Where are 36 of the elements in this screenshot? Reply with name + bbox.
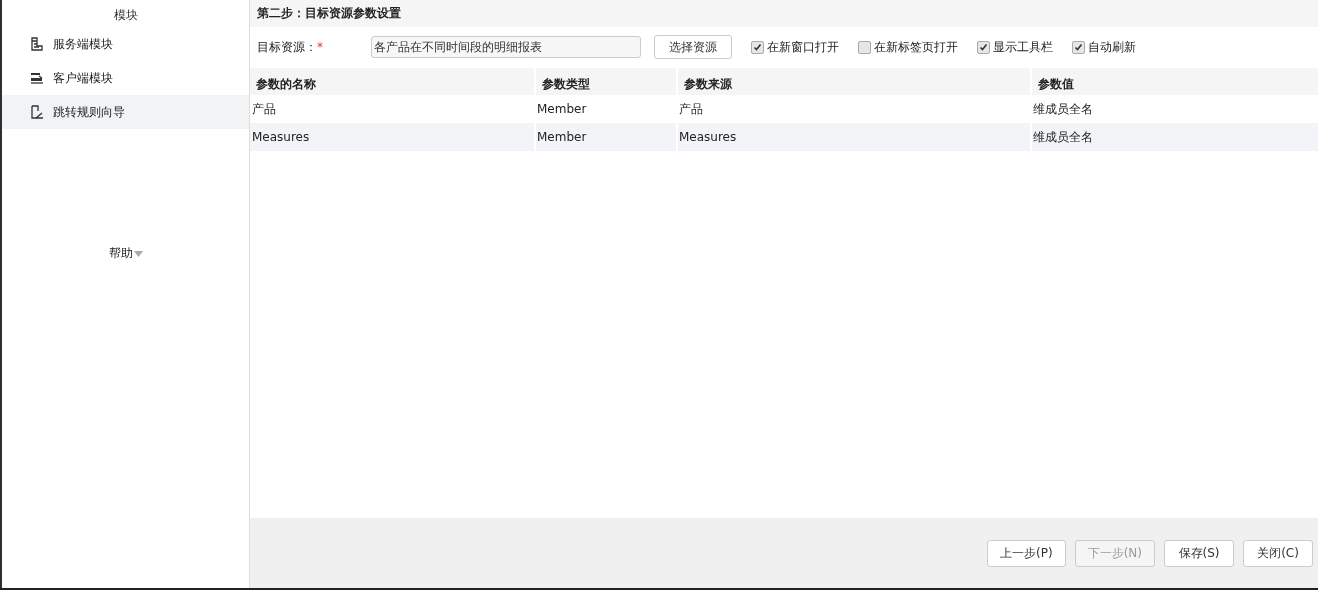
check-icon <box>753 42 762 52</box>
table-cell-text: 产品 <box>251 100 277 118</box>
server-icon <box>30 37 44 51</box>
checkbox-label: 显示工具栏 <box>993 38 1053 56</box>
monitor-icon <box>30 71 44 85</box>
wizard-button[interactable]: 上一步(P) <box>987 540 1066 567</box>
checkbox[interactable] <box>751 40 764 54</box>
checkbox[interactable] <box>858 40 871 54</box>
step-title: 第二步：目标资源参数设置 <box>250 0 1318 27</box>
table-cell: Measures <box>676 123 1030 151</box>
checkbox-label: 自动刷新 <box>1088 38 1136 56</box>
help-menu[interactable]: 帮助 <box>108 245 143 262</box>
sidebar-item[interactable]: 客户端模块 <box>2 61 249 95</box>
document-pen-icon <box>30 105 44 119</box>
caret-icon <box>133 250 143 257</box>
column-header: 参数值 <box>1030 68 1318 95</box>
checkbox-label: 在新窗口打开 <box>767 38 839 56</box>
wizard-button[interactable]: 关闭(C) <box>1243 540 1313 567</box>
checkbox-label: 在新标签页打开 <box>874 38 958 56</box>
table-cell: Measures <box>250 123 534 151</box>
column-header: 参数来源 <box>676 68 1030 95</box>
checkbox[interactable] <box>977 40 990 54</box>
resource-field[interactable]: 各产品在不同时间段的明细报表 <box>371 36 641 58</box>
check-icon <box>1074 42 1083 52</box>
sidebar-title: 模块 <box>112 7 139 24</box>
column-header: 参数的名称 <box>250 68 534 95</box>
wizard-button[interactable]: 保存(S) <box>1164 540 1234 567</box>
sidebar-item[interactable]: 服务端模块 <box>2 27 249 61</box>
sidebar-item[interactable]: 跳转规则向导 <box>2 95 249 129</box>
table-cell: 维成员全名 <box>1030 123 1318 151</box>
checkbox[interactable] <box>1072 40 1085 54</box>
column-header: 参数类型 <box>534 68 676 95</box>
select-resource-button[interactable]: 选择资源 <box>654 35 732 59</box>
field-label: 目标资源：* <box>257 38 324 56</box>
table-cell: Member <box>534 123 676 151</box>
check-icon <box>979 42 988 52</box>
